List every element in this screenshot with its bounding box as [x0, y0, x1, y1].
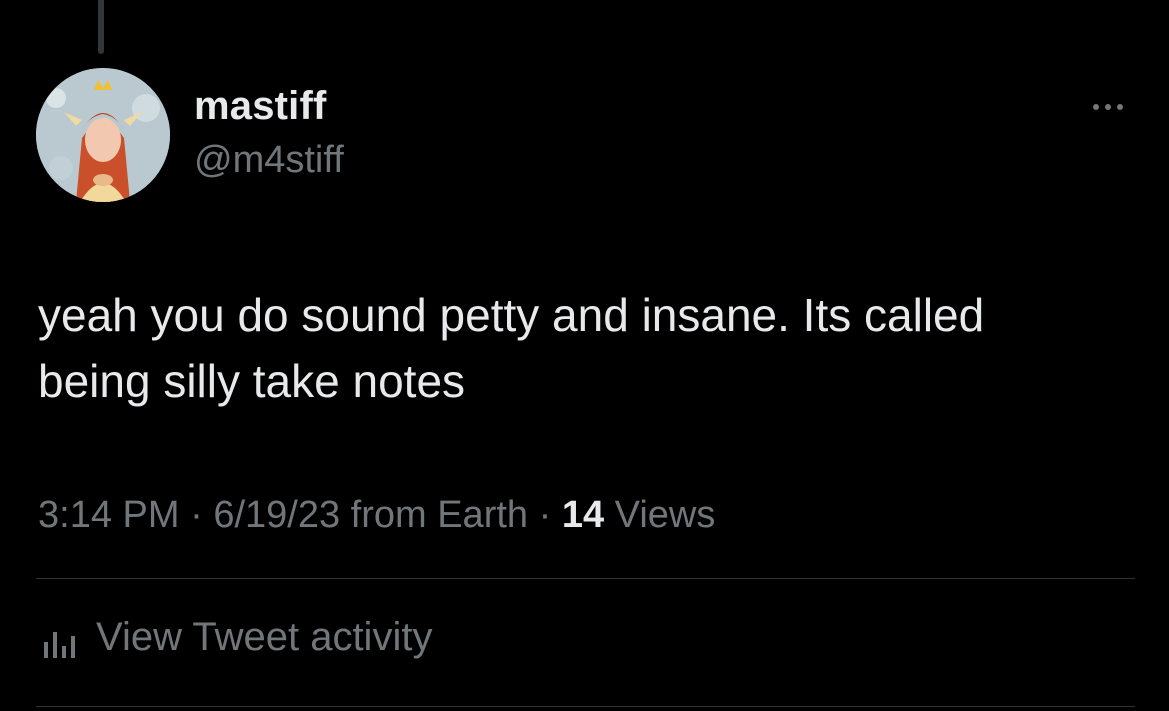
author-handle[interactable]: @m4stiff: [194, 139, 344, 182]
views-label: Views: [614, 494, 716, 536]
more-options-button[interactable]: [1084, 92, 1132, 122]
tweet-date-source[interactable]: 6/19/23 from Earth: [213, 494, 528, 536]
tweet-time[interactable]: 3:14 PM: [38, 494, 180, 536]
tweet-metadata: 3:14 PM · 6/19/23 from Earth · 14 Views: [38, 494, 715, 537]
divider: [36, 578, 1135, 579]
thread-connector-line: [98, 0, 104, 54]
meta-separator: ·: [190, 494, 203, 536]
tweet-text: yeah you do sound petty and insane. Its …: [38, 282, 1138, 414]
more-horizontal-icon: [1093, 104, 1099, 110]
meta-separator: ·: [538, 494, 552, 536]
author-display-name[interactable]: mastiff: [194, 84, 327, 129]
bar-chart-icon: [40, 614, 80, 660]
views-count: 14: [561, 494, 605, 536]
tweet-text-line-2: being silly take notes: [38, 355, 466, 407]
more-horizontal-icon-dot: [1105, 104, 1111, 110]
avatar-image: [36, 68, 170, 202]
view-tweet-activity-label: View Tweet activity: [96, 614, 433, 659]
more-horizontal-icon-dot: [1117, 104, 1123, 110]
tweet-text-line-1: yeah you do sound petty and insane. Its …: [38, 289, 985, 341]
avatar[interactable]: [36, 68, 170, 202]
bottom-divider: [36, 706, 1135, 707]
view-tweet-activity-button[interactable]: View Tweet activity: [40, 614, 432, 660]
